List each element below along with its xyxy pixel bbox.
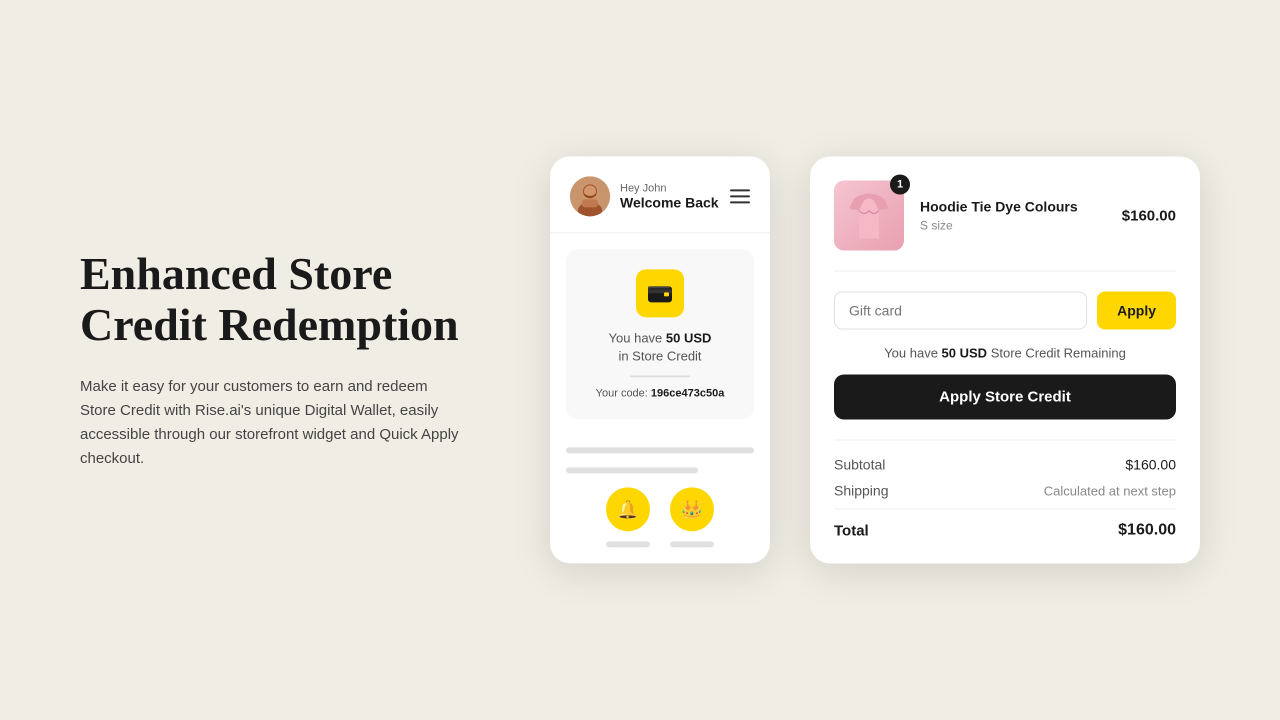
credit-text: You have 50 USD in Store Credit <box>582 329 738 365</box>
apply-store-credit-button[interactable]: Apply Store Credit <box>834 375 1176 420</box>
label-bar-2 <box>670 542 714 548</box>
apply-gift-card-button[interactable]: Apply <box>1097 292 1176 330</box>
crown-button[interactable]: 👑 <box>670 488 714 532</box>
user-info: Hey John Welcome Back <box>570 176 719 216</box>
total-row: Total $160.00 <box>834 509 1176 540</box>
mobile-widget-card: Hey John Welcome Back <box>550 156 770 563</box>
greeting-name: Welcome Back <box>620 194 719 210</box>
store-credit-suffix: Store Credit Remaining <box>987 346 1126 361</box>
label-bar-1 <box>606 542 650 548</box>
divider <box>630 376 690 378</box>
product-name: Hoodie Tie Dye Colours <box>920 199 1106 215</box>
product-image: 1 <box>834 181 904 251</box>
main-title: Enhanced Store Credit Redemption <box>80 249 460 350</box>
greeting-hey: Hey John <box>620 182 719 194</box>
bottom-icons-section: 🔔 👑 <box>550 436 770 548</box>
hamburger-line-2 <box>730 195 750 197</box>
gift-card-row: Apply <box>834 292 1176 330</box>
hamburger-icon[interactable] <box>730 189 750 203</box>
total-value: $160.00 <box>1118 522 1176 540</box>
gray-bar-1 <box>566 448 754 454</box>
title-line1: Enhanced Store <box>80 248 392 299</box>
avatar <box>570 176 610 216</box>
icon-row: 🔔 👑 <box>566 488 754 532</box>
left-section: Enhanced Store Credit Redemption Make it… <box>80 249 460 470</box>
code-label: Your code: <box>596 388 648 400</box>
store-credit-amount: 50 USD <box>942 346 988 361</box>
subtotal-label: Subtotal <box>834 457 885 473</box>
store-credit-prefix: You have <box>884 346 941 361</box>
product-info: Hoodie Tie Dye Colours S size <box>920 199 1106 233</box>
main-description: Make it easy for your customers to earn … <box>80 375 460 471</box>
product-item: 1 Hoodie Tie Dye Colours S size $160.00 <box>834 181 1176 272</box>
icon-labels <box>566 542 754 548</box>
shipping-value: Calculated at next step <box>1044 483 1176 498</box>
hamburger-line-3 <box>730 201 750 203</box>
page-container: Enhanced Store Credit Redemption Make it… <box>0 0 1280 720</box>
credit-section: You have 50 USD in Store Credit Your cod… <box>566 249 754 419</box>
bell-icon: 🔔 <box>617 499 639 520</box>
right-section: Hey John Welcome Back <box>520 40 1200 680</box>
order-summary: Subtotal $160.00 Shipping Calculated at … <box>834 440 1176 540</box>
user-greeting: Hey John Welcome Back <box>620 182 719 210</box>
checkout-card: 1 Hoodie Tie Dye Colours S size $160.00 … <box>810 157 1200 564</box>
store-credit-info: You have 50 USD Store Credit Remaining <box>834 346 1176 361</box>
product-badge: 1 <box>890 175 910 195</box>
title-line2: Credit Redemption <box>80 299 459 350</box>
credit-suffix: in Store Credit <box>618 349 701 364</box>
hamburger-line-1 <box>730 189 750 191</box>
credit-amount: 50 USD <box>666 330 712 345</box>
credit-prefix: You have <box>609 330 666 345</box>
bell-button[interactable]: 🔔 <box>606 488 650 532</box>
product-price: $160.00 <box>1122 207 1176 224</box>
mobile-card-header: Hey John Welcome Back <box>550 156 770 233</box>
code-value: 196ce473c50a <box>651 388 724 400</box>
gift-card-input[interactable] <box>834 292 1087 330</box>
gray-bar-2 <box>566 468 698 474</box>
code-text: Your code: 196ce473c50a <box>582 388 738 400</box>
shipping-row: Shipping Calculated at next step <box>834 483 1176 499</box>
crown-icon: 👑 <box>681 499 703 520</box>
subtotal-value: $160.00 <box>1125 457 1176 473</box>
wallet-icon <box>636 269 684 317</box>
product-variant: S size <box>920 219 1106 233</box>
total-label: Total <box>834 522 869 539</box>
subtotal-row: Subtotal $160.00 <box>834 457 1176 473</box>
shipping-label: Shipping <box>834 483 889 499</box>
